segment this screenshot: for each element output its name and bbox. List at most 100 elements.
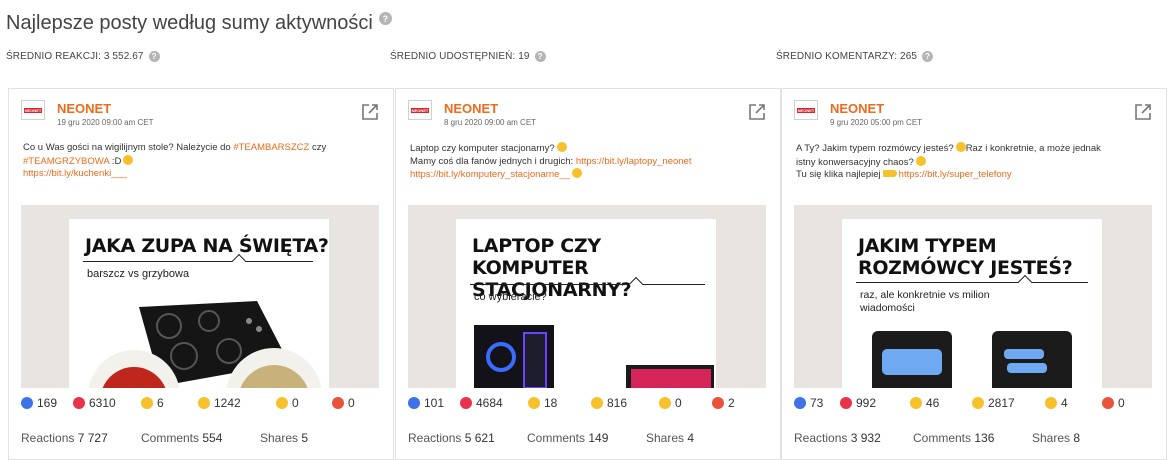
- reaction-count: 0: [348, 396, 355, 410]
- reaction-love: 992: [840, 396, 910, 410]
- reactions-row: 101 4684 18 816 0 2: [408, 396, 735, 410]
- post-date: 19 gru 2020 09:00 am CET: [57, 118, 154, 127]
- summary-label: Reactions: [794, 431, 848, 445]
- wink-emoji-icon: [572, 168, 583, 178]
- post-image: JAKIM TYPEM ROZMÓWCY JESTEŚ? raz, ale ko…: [794, 205, 1152, 388]
- reaction-count: 992: [856, 396, 877, 410]
- post-link[interactable]: https://bit.ly/komputery_stacjonarne__: [410, 169, 570, 180]
- help-icon[interactable]: ?: [148, 51, 160, 62]
- angry-icon: [332, 397, 344, 409]
- reaction-love: 4684: [460, 396, 528, 410]
- headline-underline: [856, 282, 1088, 283]
- comments-total: Comments 136: [913, 431, 994, 445]
- stat-label: ŚREDNIO KOMENTARZY: 265: [776, 51, 918, 62]
- summary-label: Comments: [913, 431, 972, 445]
- smile-emoji-icon: [123, 154, 134, 165]
- post-text-part: A Ty? Jakim typem rozmówcy jesteś?: [796, 143, 954, 154]
- like-icon: [408, 397, 420, 409]
- reactions-total: Reactions 5 621: [408, 431, 495, 445]
- post-author[interactable]: NEONET: [830, 101, 884, 116]
- stat-avg-shares: ŚREDNIO UDOSTĘPNIEŃ: 19 ?: [390, 51, 546, 62]
- summary-label: Comments: [141, 431, 200, 445]
- post-text-part: czy: [309, 142, 327, 153]
- logo-text: NEONET: [797, 107, 815, 113]
- post-text-part: Raz i konkretnie, a może jednak: [965, 143, 1101, 154]
- page: Najlepsze posty według sumy aktywności ?…: [0, 0, 1175, 460]
- reactions-total: Reactions 7 727: [21, 431, 108, 445]
- post-text: Co u Was gości na wigilijnym stole? Nale…: [23, 142, 378, 181]
- stat-label: ŚREDNIO REAKCJI: 3 552.67: [6, 51, 144, 62]
- reaction-count: 4: [1061, 396, 1068, 410]
- post-image: LAPTOP CZY KOMPUTER STACJONARNY? co wybi…: [408, 205, 766, 388]
- like-icon: [794, 397, 806, 409]
- sad-icon: [1045, 397, 1057, 409]
- reaction-count: 0: [1118, 396, 1125, 410]
- stove-soup-illustration: [88, 301, 322, 388]
- post-author[interactable]: NEONET: [57, 101, 111, 116]
- reaction-sad: 0: [659, 396, 712, 410]
- reaction-count: 0: [292, 396, 299, 410]
- headline-underline: [83, 261, 313, 262]
- reaction-haha: 18: [528, 396, 591, 410]
- post-link[interactable]: https://bit.ly/super_telefony: [899, 169, 1012, 180]
- logo-text: NEONET: [411, 107, 429, 113]
- image-subtitle: raz, ale konkretnie vs milion wiadomości: [860, 289, 990, 314]
- reaction-count: 2817: [988, 396, 1015, 410]
- post-link[interactable]: https://bit.ly/kuchenki___: [23, 168, 127, 179]
- reaction-count: 2: [728, 396, 735, 410]
- summary-label: Comments: [527, 431, 586, 445]
- reaction-angry: 0: [332, 396, 355, 410]
- reaction-sad: 0: [276, 396, 332, 410]
- comments-total: Comments 554: [141, 431, 222, 445]
- post-text: Laptop czy komputer stacjonarny? Mamy co…: [410, 142, 765, 182]
- post-text-part: istny konwersacyjny chaos?: [796, 156, 914, 168]
- reaction-wow: 816: [591, 396, 659, 410]
- summary-value: 4: [687, 431, 695, 445]
- angry-icon: [1102, 397, 1114, 409]
- neonet-logo: NEONET: [21, 100, 45, 120]
- reactions-row: 73 992 46 2817 4 0: [794, 396, 1125, 410]
- post-date: 8 gru 2020 09:00 am CET: [444, 118, 537, 127]
- reaction-wow: 2817: [972, 396, 1045, 410]
- reaction-count: 4684: [476, 396, 503, 410]
- reaction-haha: 46: [910, 396, 972, 410]
- external-link-icon[interactable]: [361, 103, 379, 121]
- hashtag[interactable]: #TEAMBARSZCZ: [233, 142, 309, 153]
- reaction-count: 101: [424, 396, 445, 410]
- post-link[interactable]: https://bit.ly/laptopy_neonet: [576, 156, 692, 167]
- post-text: A Ty? Jakim typem rozmówcy jesteś? Raz i …: [796, 142, 1151, 182]
- summary-value: 7 727: [77, 431, 108, 445]
- image-panel: JAKIM TYPEM ROZMÓWCY JESTEŚ? raz, ale ko…: [842, 219, 1102, 388]
- reaction-like: 73: [794, 396, 840, 410]
- external-link-icon[interactable]: [1134, 103, 1152, 121]
- stat-avg-reactions: ŚREDNIO REAKCJI: 3 552.67 ?: [6, 51, 160, 62]
- reaction-count: 73: [810, 396, 824, 410]
- summary-value: 5: [301, 431, 309, 445]
- help-icon[interactable]: ?: [534, 51, 546, 62]
- hashtag[interactable]: #TEAMGRZYBOWA: [23, 156, 109, 167]
- reaction-wow: 1242: [198, 396, 276, 410]
- post-card: NEONET NEONET 19 gru 2020 09:00 am CET C…: [8, 88, 394, 460]
- page-title-text: Najlepsze posty według sumy aktywności: [6, 12, 373, 34]
- help-icon[interactable]: ?: [378, 12, 392, 25]
- image-panel: JAKA ZUPA NA ŚWIĘTA? barszcz vs grzybowa: [69, 219, 329, 388]
- post-image: JAKA ZUPA NA ŚWIĘTA? barszcz vs grzybowa: [21, 205, 379, 388]
- shares-total: Shares 5: [260, 431, 308, 445]
- page-title: Najlepsze posty według sumy aktywności ?: [6, 12, 392, 35]
- reaction-count: 0: [675, 396, 682, 410]
- reaction-count: 6310: [89, 396, 116, 410]
- post-text-part: :D: [109, 155, 122, 167]
- reaction-sad: 4: [1045, 396, 1102, 410]
- angry-icon: [712, 397, 724, 409]
- post-author[interactable]: NEONET: [444, 101, 498, 116]
- reaction-count: 169: [37, 396, 58, 410]
- summary-value: 5 621: [464, 431, 495, 445]
- help-icon[interactable]: ?: [922, 51, 934, 62]
- reaction-like: 169: [21, 396, 73, 410]
- pointing-hand-icon: [882, 170, 897, 177]
- image-panel: LAPTOP CZY KOMPUTER STACJONARNY? co wybi…: [456, 219, 716, 388]
- reaction-count: 18: [544, 396, 558, 410]
- reaction-angry: 0: [1102, 396, 1125, 410]
- external-link-icon[interactable]: [748, 103, 766, 121]
- post-card: NEONET NEONET 9 gru 2020 05:00 pm CET A …: [781, 88, 1167, 460]
